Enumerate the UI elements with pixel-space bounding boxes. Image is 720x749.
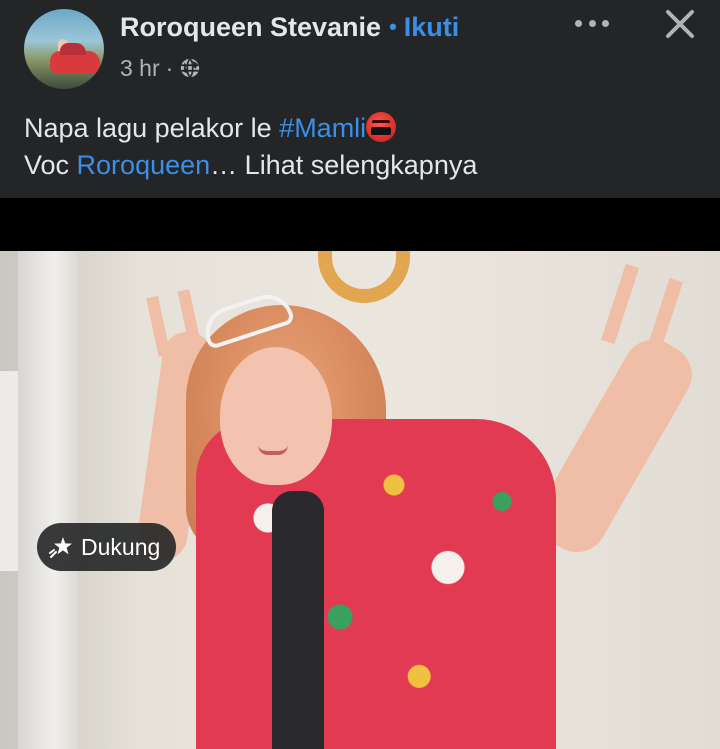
- author-avatar[interactable]: [24, 9, 104, 89]
- post-timestamp[interactable]: 3 hr: [120, 55, 160, 82]
- caption-text: Napa lagu pelakor le: [24, 113, 280, 143]
- video-smile: [258, 445, 288, 455]
- avatar-car: [50, 43, 100, 73]
- caption-ellipsis: …: [210, 150, 245, 180]
- caption-prefix: Voc: [24, 150, 77, 180]
- post-header: Roroqueen Stevanie • Ikuti 3 hr · Napa l…: [0, 0, 720, 198]
- name-separator: •: [389, 14, 397, 39]
- video-left-peace-sign: [146, 289, 202, 357]
- close-icon[interactable]: [664, 8, 696, 40]
- author-name[interactable]: Roroqueen Stevanie: [120, 12, 381, 43]
- star-icon: [49, 537, 72, 558]
- support-button[interactable]: Dukung: [37, 523, 177, 571]
- video-player[interactable]: Dukung: [0, 198, 720, 749]
- hashtag-link[interactable]: #Mamli: [279, 113, 366, 143]
- video-wall-decoration: [318, 251, 410, 303]
- post-caption: Napa lagu pelakor le #Mamli Voc Roroquee…: [24, 110, 704, 184]
- video-right-peace-sign: [601, 263, 683, 359]
- meta-separator: ·: [165, 54, 174, 81]
- video-undershirt: [272, 491, 324, 749]
- caption-line-2: Voc Roroqueen… Lihat selengkapnya: [24, 147, 704, 184]
- more-horizontal-icon[interactable]: [575, 14, 609, 32]
- globe-icon: [181, 58, 200, 78]
- video-frame[interactable]: [0, 251, 720, 749]
- more-dot: [588, 19, 596, 27]
- caption-line-1: Napa lagu pelakor le #Mamli: [24, 110, 704, 147]
- support-label: Dukung: [81, 533, 161, 560]
- mention-link[interactable]: Roroqueen: [77, 150, 211, 180]
- angry-face-with-symbols-emoji: [366, 112, 397, 142]
- more-dot: [575, 19, 582, 27]
- author-row: Roroqueen Stevanie • Ikuti: [120, 12, 459, 42]
- video-face: [220, 347, 332, 485]
- more-dot: [602, 19, 609, 27]
- see-more-link[interactable]: Lihat selengkapnya: [245, 150, 478, 180]
- video-pillar: [18, 251, 78, 749]
- post-meta: 3 hr ·: [120, 54, 201, 82]
- follow-button[interactable]: Ikuti: [404, 12, 460, 43]
